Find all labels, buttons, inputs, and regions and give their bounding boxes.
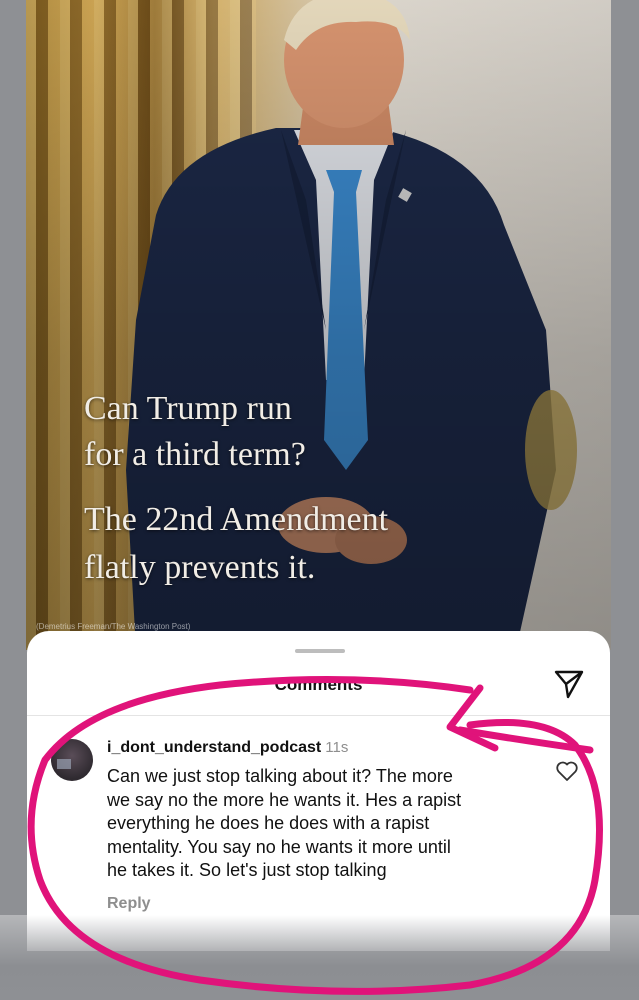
story-subhead: The 22nd Amendment flatly prevents it. — [84, 496, 564, 592]
comment-username[interactable]: i_dont_understand_podcast — [107, 739, 321, 756]
bottom-fade — [0, 915, 639, 1000]
comment-text: Can we just stop talking about it? The m… — [107, 765, 537, 883]
comments-title: Comments — [274, 675, 363, 694]
comment-line-4: mentality. You say no he wants it more u… — [107, 836, 451, 857]
comment-item: i_dont_understand_podcast 11s Can we just… — [27, 731, 610, 931]
drag-handle[interactable] — [295, 649, 345, 653]
comment-line-5: he takes it. So let's just stop talking — [107, 860, 387, 880]
reply-button[interactable]: Reply — [107, 895, 151, 913]
comments-sheet: Comments i_dont_understand_podcast 11s Ca… — [27, 631, 610, 951]
avatar-detail — [57, 759, 71, 769]
paper-plane-icon[interactable] — [552, 667, 586, 701]
headline-line-1: Can Trump run — [84, 390, 292, 427]
subhead-line-2: flatly prevents it. — [84, 549, 316, 586]
comment-timestamp: 11s — [325, 739, 349, 756]
story-image: Can Trump run for a third term? The 22nd… — [26, 0, 611, 650]
comment-line-1: Can we just stop talking about it? The m… — [107, 766, 453, 786]
comment-line-3: everything he does he does with a rapist — [107, 813, 430, 833]
heart-outline-icon[interactable] — [555, 759, 579, 783]
headline-line-2: for a third term? — [84, 436, 306, 473]
comment-meta: i_dont_understand_podcast 11s — [107, 739, 348, 757]
photo-credit: (Demetrius Freeman/The Washington Post) — [36, 622, 191, 631]
sheet-divider — [27, 715, 610, 716]
subhead-line-1: The 22nd Amendment — [84, 501, 389, 538]
story-headline: Can Trump run for a third term? — [84, 386, 554, 478]
comment-line-2: we say no the more he wants it. Hes a ra… — [107, 789, 462, 810]
avatar[interactable] — [51, 739, 93, 781]
